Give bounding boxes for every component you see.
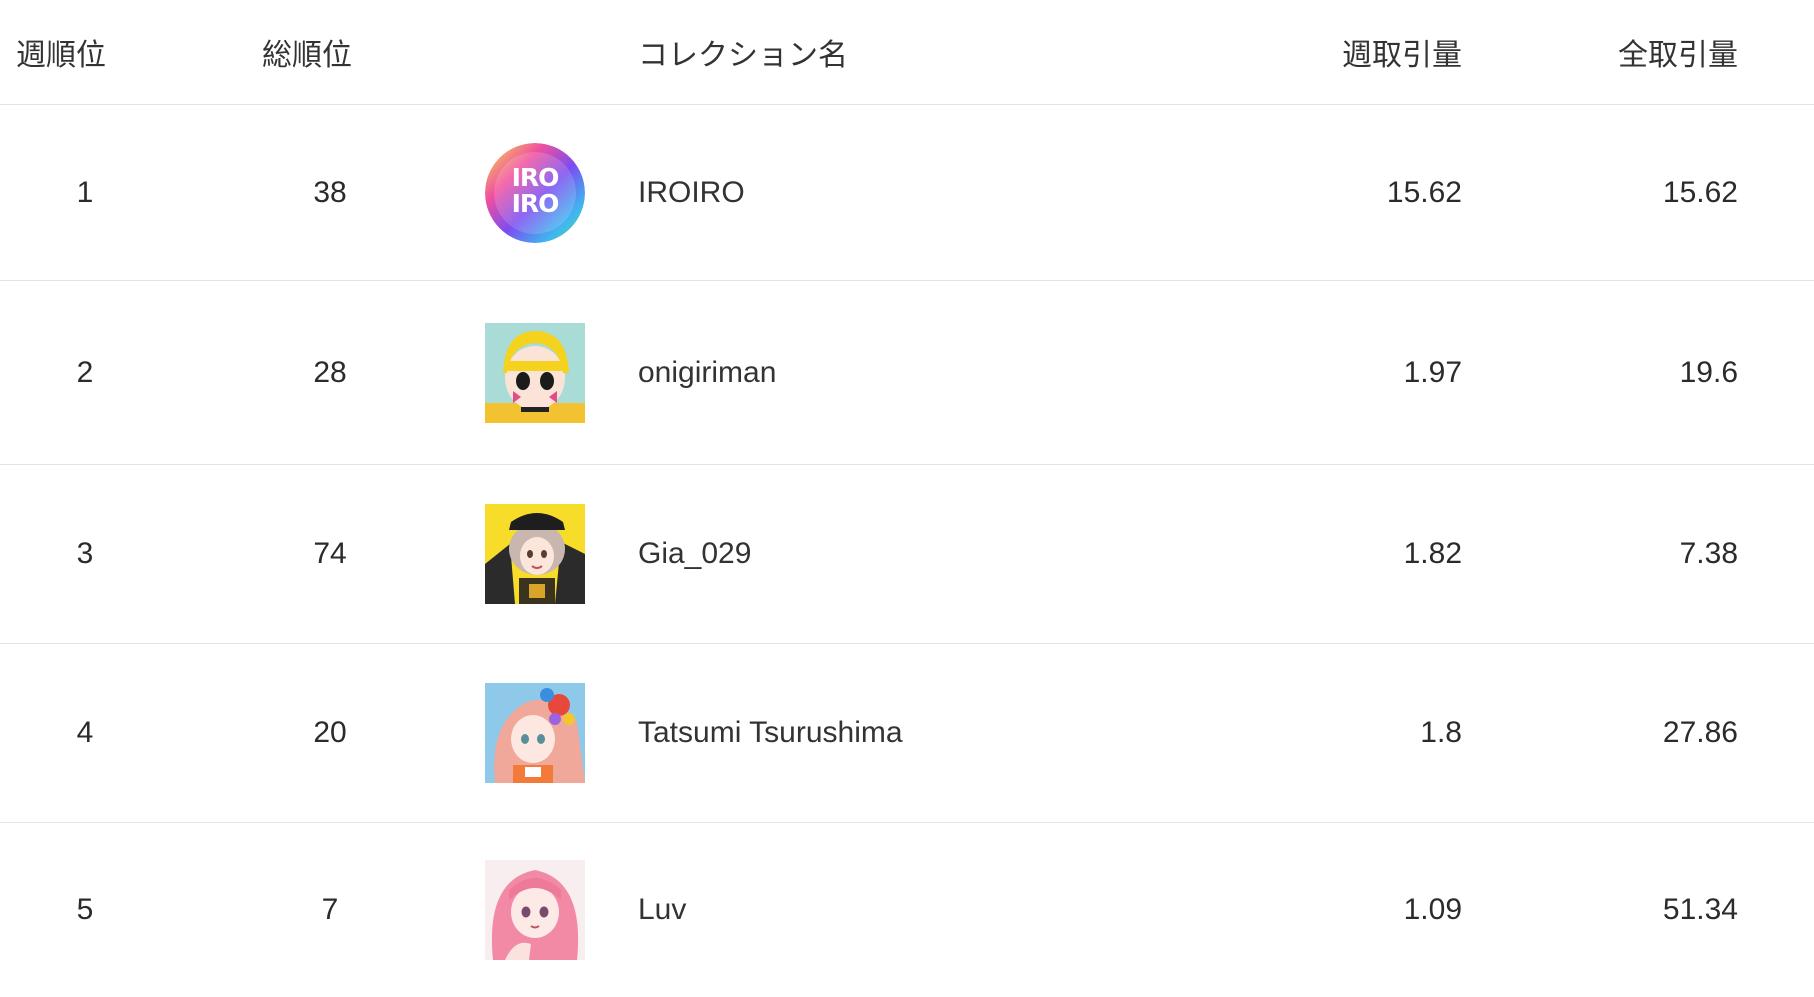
table-header: 週順位 総順位 コレクション名 週取引量 全取引量 — [0, 0, 1814, 105]
total-rank: 74 — [313, 537, 347, 570]
iroiro-logo-text: IRO IRO — [511, 162, 560, 218]
header-weekly-volume[interactable]: 週取引量 — [1342, 30, 1462, 74]
weekly-volume: 1.97 — [1403, 355, 1462, 389]
collection-name[interactable]: onigiriman — [638, 356, 776, 390]
weekly-volume: 1.8 — [1420, 716, 1462, 749]
collection-name[interactable]: IROIRO — [638, 176, 745, 210]
week-rank: 3 — [76, 537, 94, 570]
collection-avatar-luv[interactable] — [485, 860, 585, 960]
total-volume: 19.6 — [1679, 355, 1738, 389]
total-rank: 28 — [313, 355, 347, 389]
table-row[interactable]: 4 20 Tatsumi Tsurushima 1.8 27.86 — [0, 644, 1814, 823]
table-row[interactable]: 3 74 Gia_029 1.82 7.38 — [0, 465, 1814, 644]
table-row[interactable]: 5 7 Luv 1.09 51.34 — [0, 823, 1814, 997]
header-total-rank[interactable]: 総順位 — [262, 30, 352, 74]
total-volume: 15.62 — [1662, 175, 1738, 209]
collection-name[interactable]: Gia_029 — [638, 537, 751, 571]
collection-name[interactable]: Luv — [638, 893, 686, 927]
weekly-volume: 15.62 — [1386, 175, 1462, 209]
header-total-volume[interactable]: 全取引量 — [1618, 30, 1738, 74]
total-volume: 7.38 — [1679, 537, 1738, 570]
header-collection-name[interactable]: コレクション名 — [638, 30, 848, 74]
collection-avatar-gia-029[interactable] — [485, 504, 585, 604]
table-row[interactable]: 1 38 IRO IRO IROIRO 15.62 15.62 — [0, 105, 1814, 281]
total-rank: 7 — [321, 893, 339, 926]
ranking-table: 週順位 総順位 コレクション名 週取引量 全取引量 1 38 IRO IRO I… — [0, 0, 1814, 997]
collection-avatar-iroiro[interactable]: IRO IRO — [485, 142, 585, 243]
weekly-volume: 1.09 — [1403, 893, 1462, 926]
collection-avatar-onigiriman[interactable] — [485, 322, 585, 423]
total-rank: 20 — [313, 716, 347, 749]
week-rank: 5 — [76, 893, 94, 926]
total-rank: 38 — [313, 175, 347, 209]
collection-name[interactable]: Tatsumi Tsurushima — [638, 716, 903, 750]
collection-avatar-tatsumi-tsurushima[interactable] — [485, 683, 585, 783]
table-row[interactable]: 2 28 onigiriman 1.97 19.6 — [0, 281, 1814, 465]
total-volume: 27.86 — [1662, 716, 1738, 749]
week-rank: 2 — [76, 355, 94, 389]
week-rank: 1 — [76, 175, 94, 209]
weekly-volume: 1.82 — [1403, 537, 1462, 570]
header-week-rank[interactable]: 週順位 — [16, 30, 106, 74]
total-volume: 51.34 — [1662, 893, 1738, 926]
week-rank: 4 — [76, 716, 94, 749]
